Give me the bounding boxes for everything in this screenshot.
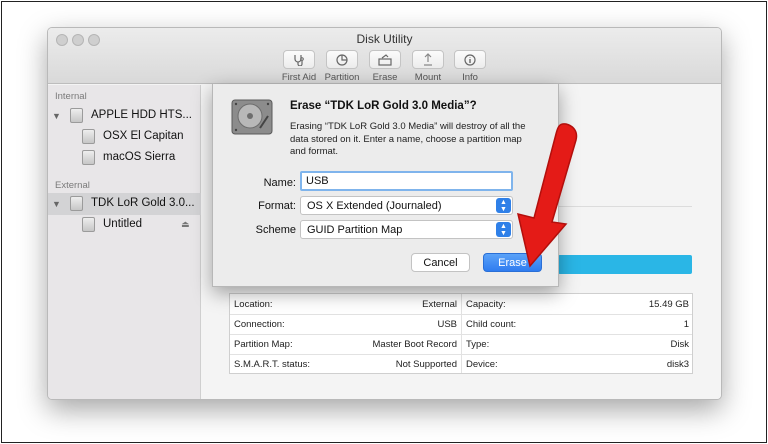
info-value: External — [422, 298, 457, 310]
sidebar-item-osx-el-capitan[interactable]: OSX El Capitan — [48, 126, 201, 148]
window-title: Disk Utility — [356, 32, 413, 46]
cancel-button[interactable]: Cancel — [411, 253, 470, 272]
disclosure-triangle-icon[interactable]: ▼ — [52, 111, 61, 121]
dialog-title: Erase “TDK LoR Gold 3.0 Media”? — [290, 100, 477, 112]
sidebar-item-label: macOS Sierra — [103, 151, 176, 163]
scheme-select-value: GUID Partition Map — [307, 223, 403, 236]
info-value: Master Boot Record — [372, 338, 457, 350]
disclosure-triangle-icon[interactable]: ▼ — [52, 199, 61, 209]
info-key: Type: — [466, 338, 490, 350]
info-icon — [454, 50, 486, 69]
format-select-value: OS X Extended (Journaled) — [307, 199, 442, 212]
sidebar-item-untitled[interactable]: Untitled ⏏ — [48, 214, 201, 236]
info-value: Not Supported — [395, 358, 457, 370]
info-key: Connection: — [234, 318, 285, 330]
sidebar-header-internal: Internal — [55, 91, 87, 102]
sidebar-item-label: APPLE HDD HTS... — [91, 109, 192, 121]
stethoscope-icon — [283, 50, 315, 69]
scheme-select[interactable]: GUID Partition Map ▲ ▼ — [300, 220, 513, 239]
dialog-message: Erasing “TDK LoR Gold 3.0 Media” will de… — [290, 121, 526, 157]
info-cell-capacity: Capacity: 15.49 GB — [462, 294, 693, 314]
info-label: Info — [462, 72, 478, 83]
volume-icon — [82, 129, 95, 144]
info-value: USB — [437, 318, 457, 330]
erase-disk-icon — [369, 50, 401, 69]
info-key: S.M.A.R.T. status: — [234, 358, 311, 370]
info-value: Disk — [670, 338, 689, 350]
info-cell-device: Device: disk3 — [462, 354, 693, 374]
sidebar: Internal ▼ APPLE HDD HTS... OSX El Capit… — [48, 85, 201, 399]
info-key: Partition Map: — [234, 338, 293, 350]
volume-icon — [82, 150, 95, 165]
pie-chart-icon — [326, 50, 358, 69]
info-cell-partition-map: Partition Map: Master Boot Record — [230, 334, 461, 354]
mount-icon — [412, 50, 444, 69]
info-value: disk3 — [666, 358, 689, 370]
info-cell-connection: Connection: USB — [230, 314, 461, 334]
info-cell-type: Type: Disk — [462, 334, 693, 354]
info-key: Child count: — [466, 318, 517, 330]
format-select[interactable]: OS X Extended (Journaled) ▲ ▼ — [300, 196, 513, 215]
scheme-label: Scheme — [255, 224, 296, 236]
info-cell-child-count: Child count: 1 — [462, 314, 693, 334]
sidebar-item-macos-sierra[interactable]: macOS Sierra — [48, 147, 201, 169]
sidebar-header-external: External — [55, 180, 90, 191]
info-cell-smart-status: S.M.A.R.T. status: Not Supported — [230, 354, 461, 374]
annotation-arrow-icon — [516, 123, 578, 268]
info-key: Device: — [466, 358, 498, 370]
volume-icon — [82, 217, 95, 232]
eject-icon[interactable]: ⏏ — [181, 219, 190, 230]
sidebar-item-label: Untitled — [103, 218, 142, 230]
info-key: Location: — [234, 298, 273, 310]
format-label: Format: — [258, 200, 296, 212]
name-input[interactable] — [300, 171, 513, 191]
name-label: Name: — [263, 177, 296, 189]
external-disk-icon — [70, 196, 83, 211]
sidebar-item-apple-hdd[interactable]: ▼ APPLE HDD HTS... — [48, 105, 201, 127]
info-value: 15.49 GB — [648, 298, 689, 310]
info-button[interactable]: Info — [450, 50, 490, 83]
sidebar-item-label: OSX El Capitan — [103, 130, 184, 142]
hard-disk-icon — [70, 108, 83, 123]
sidebar-item-label: TDK LoR Gold 3.0... — [91, 197, 195, 209]
titlebar: Disk Utility First Aid Partition Erase M… — [48, 28, 721, 84]
info-value: 1 — [683, 318, 689, 330]
info-key: Capacity: — [466, 298, 506, 310]
disk-info-table: Location: External Capacity: 15.49 GB Co… — [229, 293, 693, 374]
info-cell-location: Location: External — [230, 294, 461, 314]
hard-disk-icon — [231, 99, 273, 135]
sidebar-item-tdk-lor-gold[interactable]: ▼ TDK LoR Gold 3.0... — [48, 193, 201, 215]
